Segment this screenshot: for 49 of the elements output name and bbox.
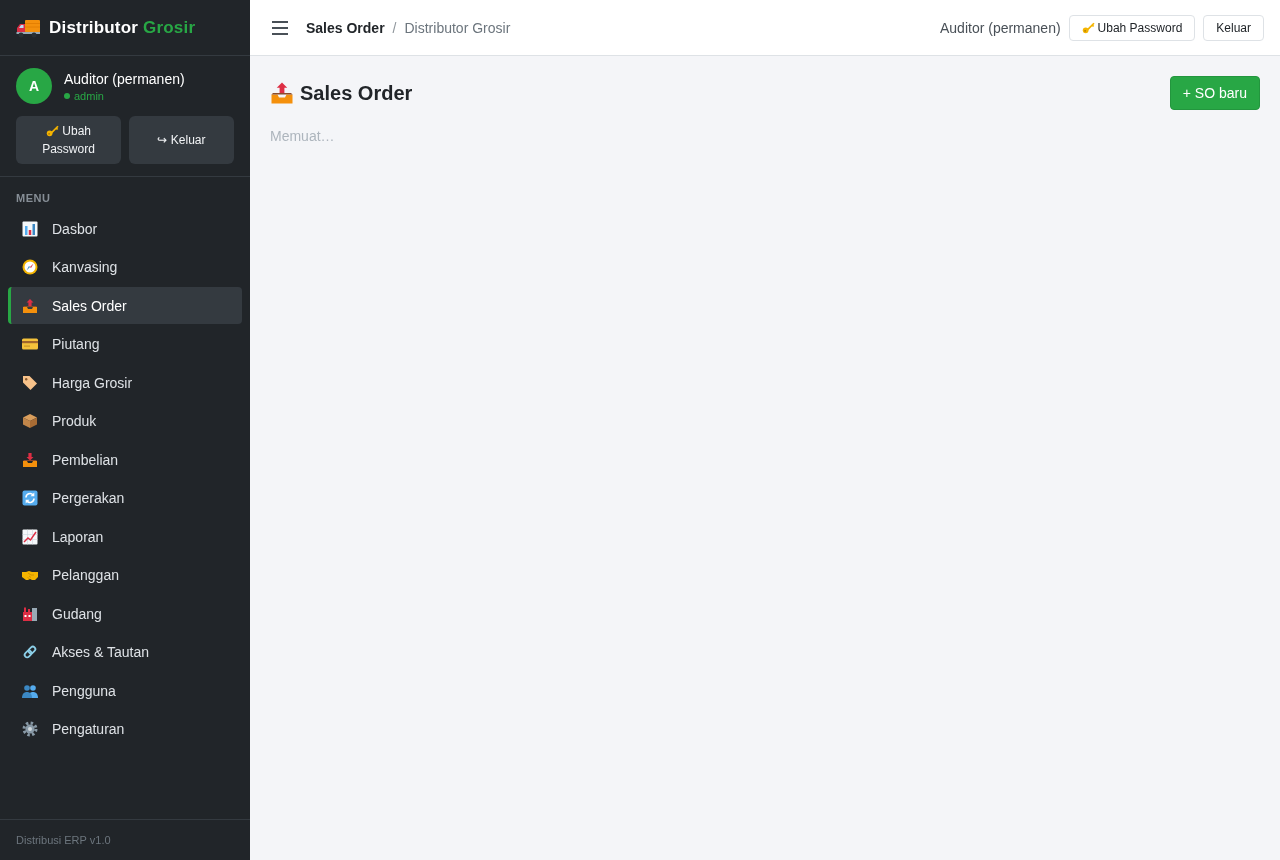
key-icon [1081, 21, 1095, 34]
nav-item[interactable]: Pengaturan [8, 710, 242, 748]
breadcrumb-parent: Distributor Grosir [404, 19, 511, 36]
nav-item[interactable]: Kanvasing [8, 248, 242, 286]
nav-item[interactable]: Sales Order [8, 287, 242, 324]
tray-upload-icon [270, 81, 294, 105]
line-chart-icon [22, 528, 38, 545]
people-icon [22, 682, 38, 699]
nav-item[interactable]: Laporan [8, 518, 242, 555]
nav-item[interactable]: Akses & Tautan [8, 633, 242, 671]
settings-icon [22, 721, 38, 737]
nav-item[interactable]: Pelanggan [8, 556, 242, 594]
tray-upload-icon [22, 297, 38, 314]
bar-chart-icon [22, 220, 38, 237]
truck-icon [16, 17, 40, 38]
nav-item[interactable]: Harga Grosir [8, 364, 242, 401]
user-name: Auditor (permanen) [939, 19, 1061, 36]
page-title: Sales Order [300, 81, 413, 105]
refresh-icon [22, 490, 38, 506]
logout-button[interactable]: ↪ Keluar [129, 116, 234, 164]
user-avatar: A [16, 68, 52, 104]
version-label: Distribusi ERP v1.0 [16, 833, 111, 848]
nav-item[interactable]: Piutang [8, 325, 242, 363]
logout-button[interactable]: Keluar [1203, 14, 1264, 41]
nav-item[interactable]: Pergerakan [8, 479, 242, 517]
nav-item[interactable]: Produk [8, 402, 242, 440]
breadcrumb-current: Sales Order [306, 19, 385, 36]
tray-download-icon [22, 451, 38, 468]
change-password-button[interactable]: Ubah Password [16, 116, 121, 164]
menu-icon [272, 20, 288, 35]
nav-item[interactable]: Dasbor [8, 210, 242, 247]
link-icon [22, 644, 38, 660]
nav-item[interactable]: Pembelian [8, 441, 242, 478]
compass-icon [22, 259, 38, 275]
loading-text: Memuat… [270, 128, 335, 144]
breadcrumb-separator: / [392, 19, 397, 36]
status-dot-icon [64, 92, 70, 99]
key-icon [46, 124, 59, 137]
user-name: Auditor (permanen) [64, 69, 185, 88]
user-role: admin [74, 88, 104, 103]
menu-heading: MENU [16, 191, 51, 205]
app-title: Distributor Grosir [49, 17, 196, 38]
factory-icon [22, 605, 38, 622]
box-icon [22, 413, 38, 429]
nav-item[interactable]: Gudang [8, 595, 242, 632]
tag-icon [22, 374, 38, 391]
change-password-button[interactable]: Ubah Password [1068, 14, 1196, 41]
nav-item[interactable]: Pengguna [8, 672, 242, 709]
card-icon [22, 336, 38, 352]
